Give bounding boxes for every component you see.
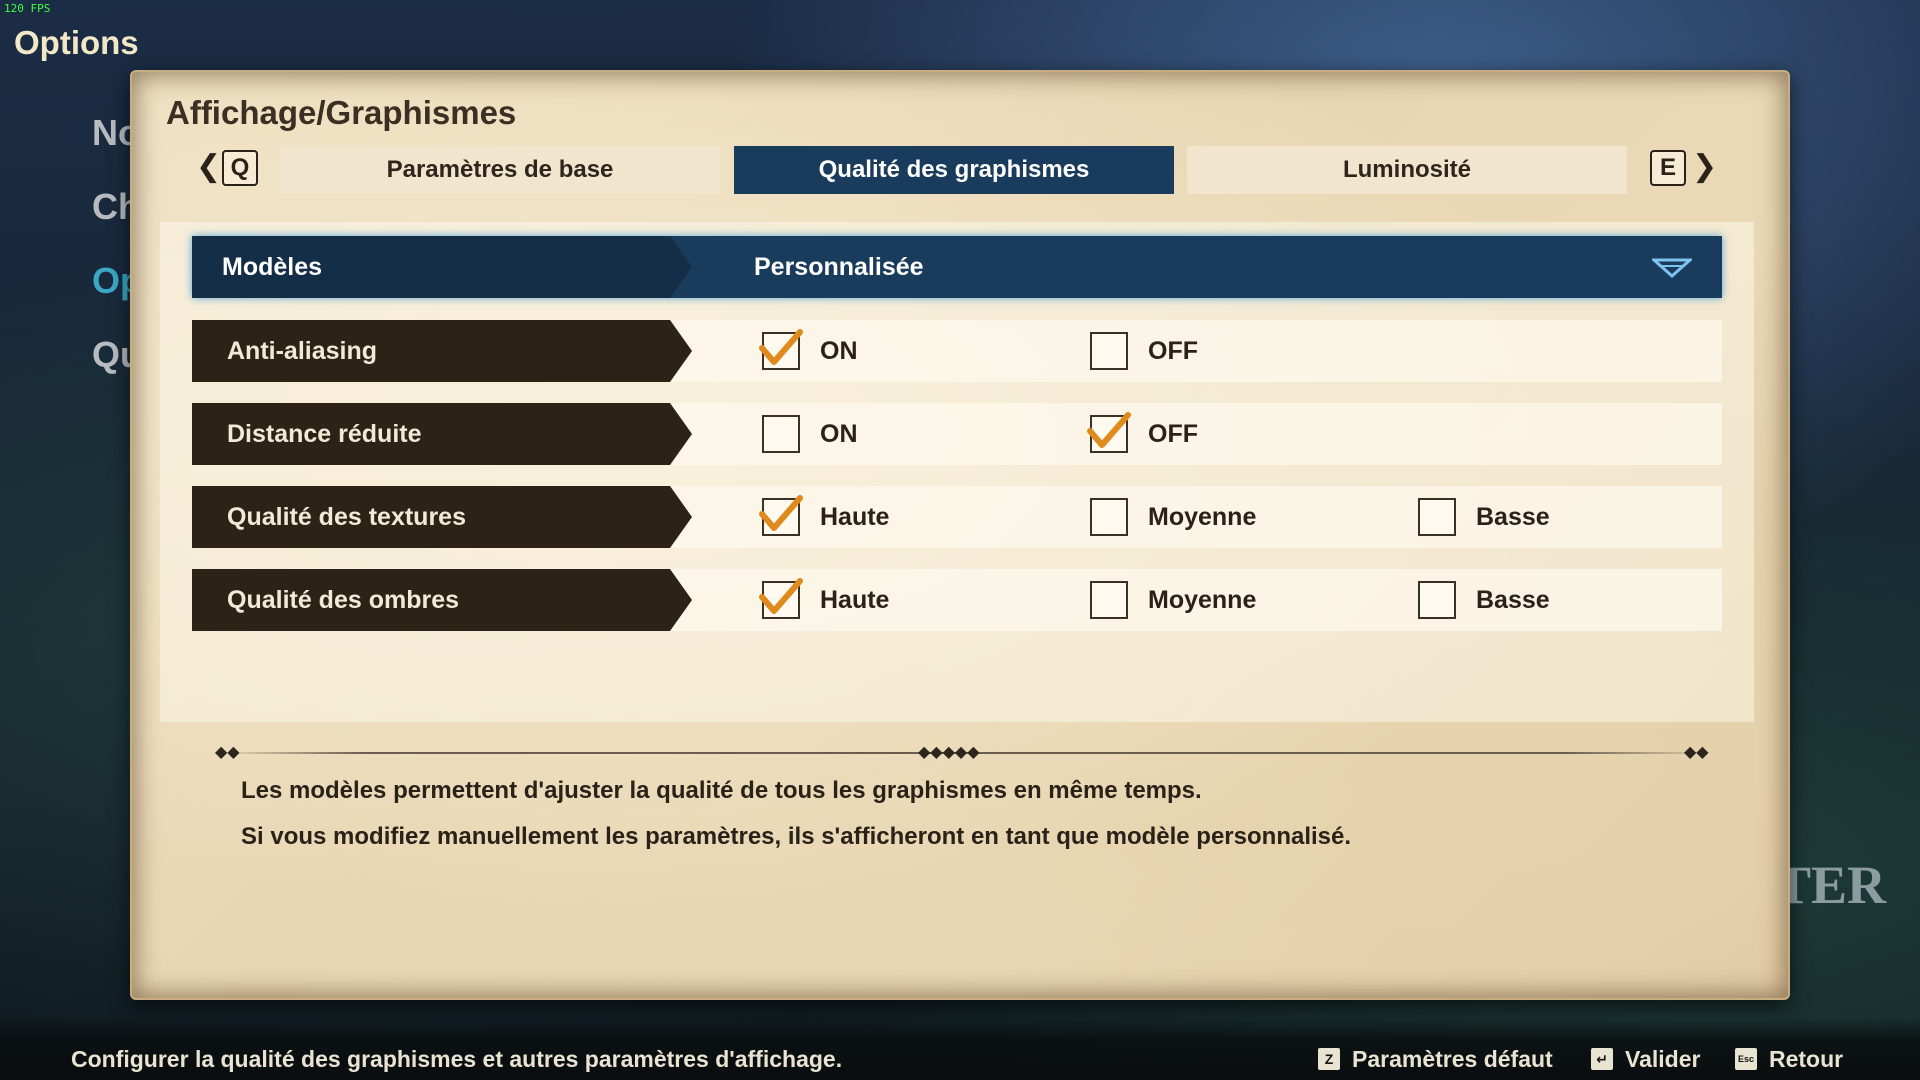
esc-key-icon: Esc	[1735, 1048, 1757, 1070]
default-settings-label: Paramètres défaut	[1352, 1046, 1553, 1072]
setting-label-texture-quality: Qualité des textures	[192, 486, 692, 548]
checkbox[interactable]	[1090, 498, 1128, 536]
tab-graphics-quality[interactable]: Qualité des graphismes	[734, 146, 1174, 194]
setting-row-shadow-quality: Qualité des ombres Haute Moyenne Basse	[192, 569, 1722, 631]
checkmark-icon	[759, 329, 803, 365]
option-label: OFF	[1148, 337, 1198, 365]
option-label: Haute	[820, 503, 890, 531]
option-label: OFF	[1148, 420, 1198, 448]
option-label: Moyenne	[1148, 586, 1257, 614]
tab-basic-settings[interactable]: Paramètres de base	[280, 146, 720, 194]
tab-brightness[interactable]: Luminosité	[1187, 146, 1627, 194]
checkmark-icon	[759, 578, 803, 614]
screen-title: Options	[14, 24, 139, 61]
checkmark-icon	[1087, 412, 1131, 448]
confirm-label: Valider	[1625, 1046, 1701, 1072]
fps-counter: 120 FPS	[4, 2, 51, 15]
checkbox[interactable]	[1418, 581, 1456, 619]
tab-prev-key[interactable]: Q	[222, 150, 258, 186]
checkbox[interactable]	[1090, 332, 1128, 370]
diamond-ornament-icon: ◆◆◆◆◆	[918, 744, 980, 761]
enter-key-icon: ↵	[1591, 1048, 1613, 1070]
checkbox[interactable]	[1418, 498, 1456, 536]
watermark-logo: TER	[1775, 855, 1887, 915]
option-label: Moyenne	[1148, 503, 1257, 531]
setting-label-shadow-quality: Qualité des ombres	[192, 569, 692, 631]
section-title: Affichage/Graphismes	[166, 94, 517, 131]
setting-label-reduced-distance: Distance réduite	[192, 403, 692, 465]
description-line-1: Les modèles permettent d'ajuster la qual…	[241, 777, 1202, 804]
option-label: Basse	[1476, 586, 1550, 614]
option-label: Haute	[820, 586, 890, 614]
option-label: ON	[820, 337, 858, 365]
setting-label-anti-aliasing: Anti-aliasing	[192, 320, 692, 382]
option-label: ON	[820, 420, 858, 448]
dropdown-chevron-icon[interactable]	[1652, 258, 1692, 278]
checkbox[interactable]	[1090, 581, 1128, 619]
models-value[interactable]: Personnalisée	[754, 236, 924, 298]
tab-prev-arrow-icon[interactable]: ❮	[196, 152, 221, 182]
option-label: Basse	[1476, 503, 1550, 531]
setting-row-anti-aliasing: Anti-aliasing ON OFF	[192, 320, 1722, 382]
footer-hint: Configurer la qualité des graphismes et …	[71, 1046, 843, 1072]
setting-label-models: Modèles	[192, 236, 692, 298]
checkbox[interactable]	[762, 415, 800, 453]
tab-next-arrow-icon[interactable]: ❯	[1692, 152, 1717, 182]
setting-row-texture-quality: Qualité des textures Haute Moyenne Basse	[192, 486, 1722, 548]
description-line-2: Si vous modifiez manuellement les paramè…	[241, 823, 1352, 850]
setting-row-reduced-distance: Distance réduite ON OFF	[192, 403, 1722, 465]
key-z-icon: Z	[1318, 1048, 1340, 1070]
diamond-ornament-icon: ◆◆	[1684, 744, 1709, 761]
back-label: Retour	[1769, 1046, 1844, 1072]
diamond-ornament-icon: ◆◆	[215, 744, 240, 761]
setting-row-models[interactable]: Modèles Personnalisée	[192, 236, 1722, 298]
checkmark-icon	[759, 495, 803, 531]
tab-next-key[interactable]: E	[1650, 150, 1686, 186]
